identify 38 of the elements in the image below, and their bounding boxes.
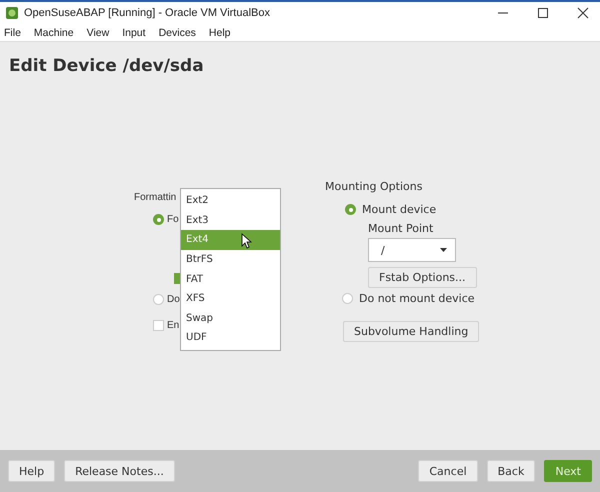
dropdown-item[interactable]: XFS [181, 288, 280, 309]
dropdown-item[interactable]: BtrFS [181, 250, 280, 270]
window-title: OpenSuseABAP [Running] - Oracle VM VirtualBox [24, 7, 271, 19]
subvolume-handling-button[interactable]: Subvolume Handling [343, 321, 480, 342]
menu-item[interactable]: Input [122, 26, 146, 38]
section-label: Formattin [134, 192, 176, 203]
dropdown-item[interactable]: Ext2 [181, 191, 280, 211]
menu-item[interactable]: View [86, 26, 110, 38]
dropdown-item[interactable]: Ext3 [181, 210, 280, 230]
page-heading: Edit Device /dev/sda [9, 56, 205, 76]
menu-item[interactable]: Machine [34, 26, 74, 38]
caret-icon [440, 248, 447, 252]
menu-item[interactable]: Devices [158, 26, 196, 38]
option-label: Mount device [362, 203, 436, 216]
radio-button[interactable] [153, 214, 164, 225]
mount-point-select[interactable]: / [368, 238, 456, 262]
footer-button[interactable]: Back [486, 460, 536, 482]
fstab-options-button[interactable]: Fstab Options... [368, 267, 477, 288]
option-label: Fo [167, 214, 179, 225]
option-label: En [167, 320, 180, 331]
radio-button[interactable] [342, 293, 353, 304]
option-label: Do [167, 294, 180, 305]
radio-button[interactable] [345, 204, 356, 215]
footer-button[interactable]: Help [8, 460, 56, 482]
cursor-icon [241, 233, 252, 250]
app-logo-icon [6, 7, 18, 19]
footer-button[interactable]: Cancel [418, 460, 478, 482]
dropdown-item[interactable]: FAT [181, 269, 280, 289]
menu-item[interactable]: Help [208, 26, 231, 38]
option-label: Do not mount device [359, 292, 475, 305]
menu-item[interactable]: File [4, 26, 21, 38]
dropdown-item[interactable]: Swap [181, 308, 280, 328]
section-label: Mounting Options [325, 180, 424, 193]
checkbox[interactable] [153, 320, 164, 331]
dropdown-item[interactable]: UDF [181, 328, 280, 348]
field-label: Mount Point [368, 222, 434, 235]
radio-button[interactable] [153, 294, 164, 305]
footer-button[interactable]: Release Notes... [64, 460, 175, 482]
